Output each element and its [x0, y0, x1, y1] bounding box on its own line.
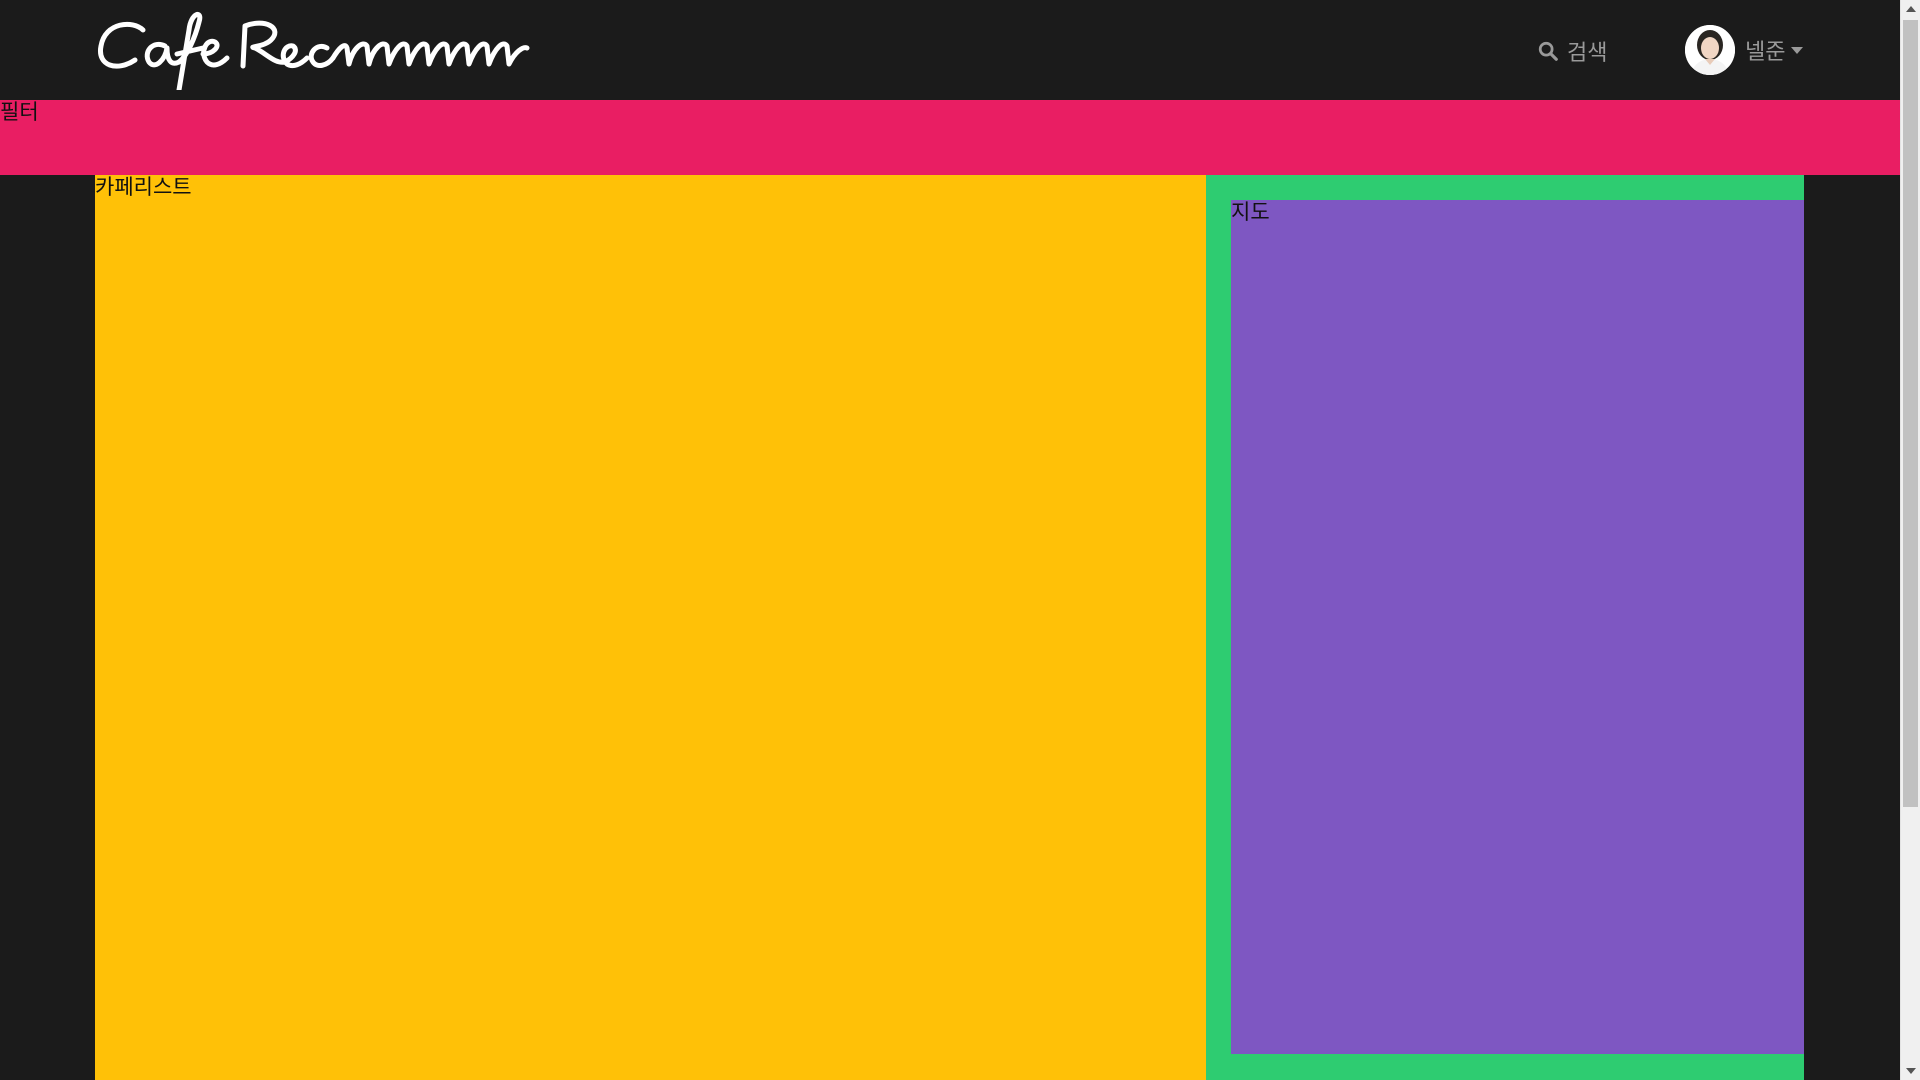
page: 검색 넬준 필터 카페리스트 지도: [0, 0, 1920, 1080]
scroll-down-arrow-icon[interactable]: [1906, 1068, 1916, 1074]
cafe-list-panel: 카페리스트: [95, 175, 1206, 1080]
top-navbar: 검색 넬준: [0, 0, 1900, 100]
search-label: 검색: [1567, 41, 1608, 66]
scroll-thumb[interactable]: [1903, 20, 1918, 807]
page-scrollbar[interactable]: [1900, 0, 1920, 1080]
scroll-up-arrow-icon[interactable]: [1906, 6, 1916, 12]
user-menu[interactable]: 넬준: [1685, 25, 1804, 75]
user-name: 넬준: [1745, 40, 1786, 65]
cafe-list-label: 카페리스트: [95, 175, 192, 199]
search-button[interactable]: 검색: [1537, 34, 1607, 68]
chevron-down-icon: [1791, 46, 1804, 54]
cafe-recommm-logo[interactable]: [95, 8, 530, 90]
avatar: [1685, 25, 1735, 75]
map-panel[interactable]: 지도: [1231, 200, 1804, 1054]
user-photo-icon: [1685, 25, 1735, 75]
logo-script-icon: [98, 12, 530, 90]
filter-bar: 필터: [0, 100, 1900, 175]
search-icon: [1538, 41, 1558, 61]
map-container: 지도: [1206, 175, 1804, 1080]
filter-label: 필터: [0, 100, 39, 124]
map-label: 지도: [1231, 200, 1270, 224]
